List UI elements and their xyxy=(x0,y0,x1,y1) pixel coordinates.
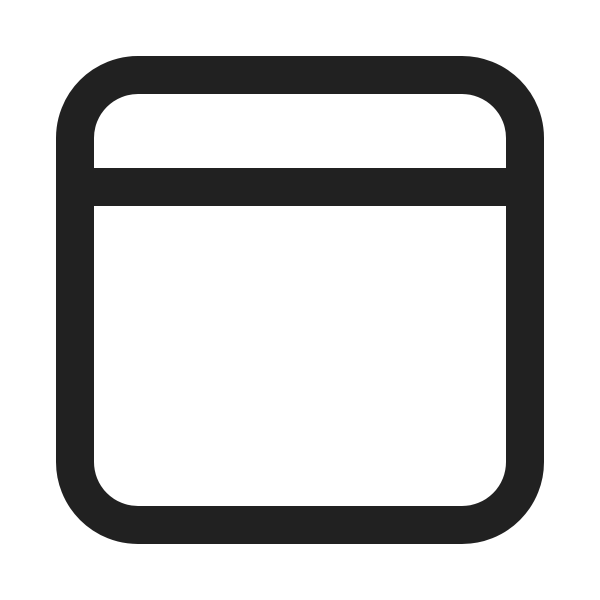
icon-canvas xyxy=(0,0,600,600)
browser-window-icon xyxy=(56,56,544,544)
window-frame xyxy=(56,56,544,544)
